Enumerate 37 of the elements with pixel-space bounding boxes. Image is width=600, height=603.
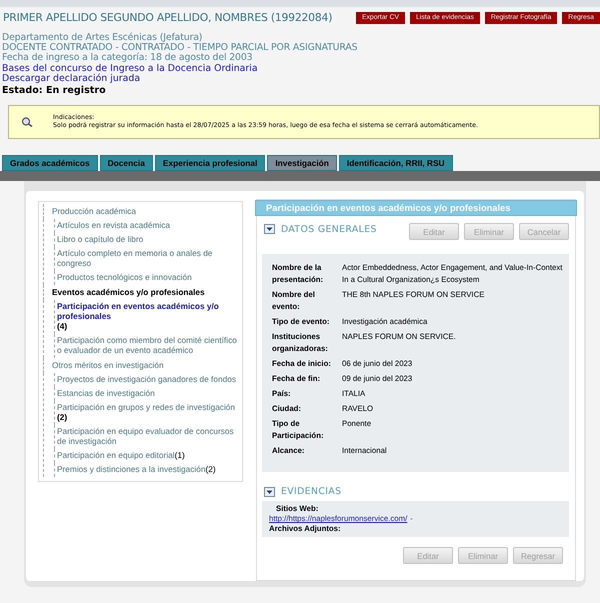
tree-item[interactable]: Participación en grupos y redes de investigación [57, 402, 240, 412]
collapse-icon[interactable] [264, 486, 275, 497]
section-title: DATOS GENERALES [281, 224, 377, 235]
profile-info: Departamento de Artes Escénicas (Jefatura) [2, 33, 202, 43]
tree-item[interactable]: Eventos académicos y/o profesionales [43, 285, 240, 300]
tree-item[interactable]: Estancias de investigación [57, 388, 240, 398]
tab[interactable]: Investigación [267, 155, 337, 172]
tab[interactable]: Docencia [100, 155, 153, 172]
person-title: PRIMER APELLIDO SEGUNDO APELLIDO, NOMBRES (19922084) [3, 11, 332, 24]
tree-item[interactable]: Artículo completo en memoria o anales de congreso [57, 248, 240, 268]
item-count: (2) [57, 412, 68, 422]
tree-item[interactable]: Artículos en revista académica [57, 220, 240, 230]
tab[interactable]: Experiencia profesional [154, 155, 266, 172]
item-count: (2) [206, 464, 216, 474]
tree-item[interactable]: Participación en equipo editorial [57, 450, 175, 460]
profile-info: Fecha de ingreso a la categoría: 18 de agosto del 2003 [2, 53, 252, 64]
tree-item[interactable]: Producción académica [43, 204, 240, 220]
tree-item[interactable]: Productos tecnológicos e innovación [57, 272, 240, 282]
tree-item[interactable]: Otros méritos en investigación [43, 358, 240, 374]
section-title: EVIDENCIAS [281, 486, 342, 498]
item-count: (1) [174, 450, 185, 460]
tree-item[interactable]: Libro o capítulo de libro [57, 234, 240, 244]
status-text: Estado: En registro [2, 86, 106, 96]
item-count: (4) [57, 321, 68, 332]
profile-link[interactable]: Descargar declaración jurada [2, 74, 140, 84]
tree-item[interactable]: Proyectos de investigación ganadores de fondos [57, 374, 240, 384]
collapse-icon[interactable] [264, 224, 275, 234]
tree-item[interactable]: Participación como miembro del comité científico o evaluador de un evento académico [57, 335, 240, 356]
tree-item[interactable]: Participación en equipo evaluador de concursos de investigación [57, 426, 240, 446]
tab[interactable]: Grados académicos [2, 155, 98, 172]
magnifier-icon [21, 117, 33, 128]
profile-info: DOCENTE CONTRATADO - CONTRATADO - TIEMPO PARCIAL POR ASIGNATURAS [2, 43, 358, 54]
tab[interactable]: Identificación, RRII, RSU [338, 155, 453, 172]
profile-link[interactable]: Bases del concurso de Ingreso a la Docencia Ordinaria [2, 64, 258, 74]
tree-item[interactable]: Premios y distinciones a la investigación [57, 464, 206, 474]
tree-item[interactable]: Participación en eventos académicos y/o profesionales [57, 301, 240, 322]
detail-title: Participación en eventos académicos y/o profesionales [255, 200, 577, 216]
